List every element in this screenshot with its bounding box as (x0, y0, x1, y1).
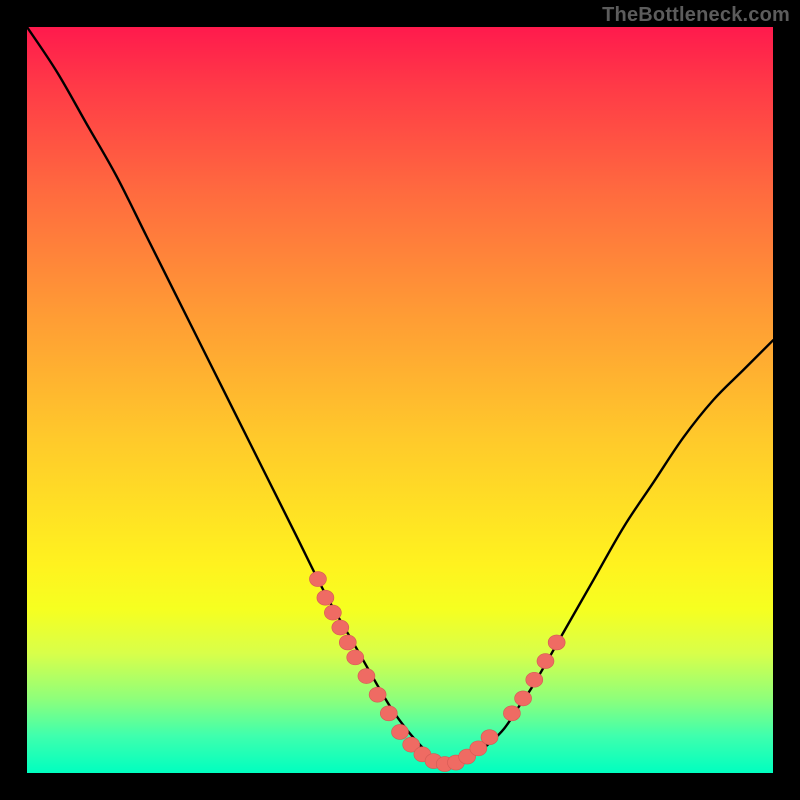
marker-dot (324, 605, 341, 620)
plot-area (27, 27, 773, 773)
marker-dot (548, 635, 565, 650)
marker-dot (537, 654, 554, 669)
marker-dot (358, 669, 375, 684)
chart-frame: TheBottleneck.com (0, 0, 800, 800)
curve-right-branch (445, 340, 773, 764)
curve-left-branch (27, 27, 445, 764)
marker-dot (339, 635, 356, 650)
marker-group (309, 572, 565, 772)
marker-dot (503, 706, 520, 721)
marker-dot (347, 650, 364, 665)
marker-dot (369, 687, 386, 702)
curve-layer (27, 27, 773, 773)
marker-dot (380, 706, 397, 721)
marker-dot (526, 672, 543, 687)
marker-dot (515, 691, 532, 706)
watermark-text: TheBottleneck.com (602, 4, 790, 27)
marker-dot (481, 730, 498, 745)
marker-dot (392, 724, 409, 739)
marker-dot (317, 590, 334, 605)
marker-dot (332, 620, 349, 635)
marker-dot (309, 572, 326, 587)
